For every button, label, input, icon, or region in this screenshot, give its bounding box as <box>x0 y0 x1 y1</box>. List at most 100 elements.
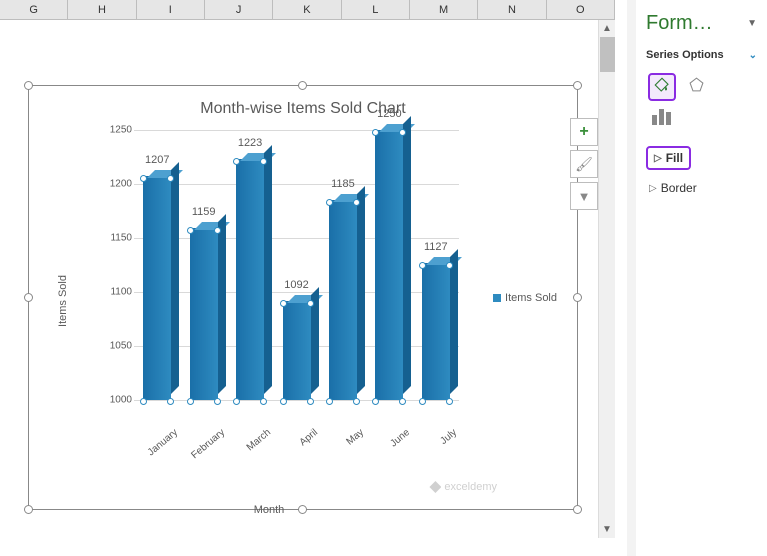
data-label[interactable]: 1250 <box>377 108 401 120</box>
y-axis-label[interactable]: Items Sold <box>57 275 69 327</box>
series-select-dot <box>307 300 314 307</box>
bar-april[interactable]: 1092April <box>283 301 311 400</box>
col-l[interactable]: L <box>342 0 410 19</box>
scroll-down-icon[interactable]: ▼ <box>599 521 615 538</box>
col-k[interactable]: K <box>273 0 341 19</box>
y-tick: 1000 <box>110 395 132 406</box>
col-i[interactable]: I <box>137 0 205 19</box>
resize-handle[interactable] <box>24 505 33 514</box>
resize-handle[interactable] <box>573 293 582 302</box>
resize-handle[interactable] <box>298 81 307 90</box>
pentagon-icon <box>688 76 705 98</box>
bars-mini-icon <box>659 109 664 125</box>
series-select-dot <box>167 398 174 405</box>
gridline <box>134 400 459 401</box>
scroll-thumb[interactable] <box>600 37 615 72</box>
y-tick: 1100 <box>110 287 132 298</box>
series-select-dot <box>140 175 147 182</box>
series-select-dot <box>419 398 426 405</box>
brush-icon: 🖌 <box>575 156 593 173</box>
data-series[interactable]: 1207January 1159February 1223March 1092Apri… <box>134 130 459 400</box>
x-tick: February <box>189 427 227 461</box>
series-select-dot <box>187 227 194 234</box>
y-tick: 1250 <box>110 125 132 136</box>
watermark-text: exceldemy <box>444 481 497 493</box>
col-n[interactable]: N <box>478 0 546 19</box>
series-select-dot <box>353 398 360 405</box>
data-label[interactable]: 1223 <box>238 137 262 149</box>
series-select-dot <box>446 398 453 405</box>
border-section[interactable]: ▷ Border <box>646 179 757 197</box>
plus-icon: + <box>579 123 588 141</box>
resize-handle[interactable] <box>298 505 307 514</box>
series-select-dot <box>326 398 333 405</box>
legend[interactable]: Items Sold <box>493 292 557 304</box>
x-tick: June <box>375 427 413 461</box>
bar-may[interactable]: 1185May <box>329 200 357 400</box>
series-options-header[interactable]: Series Options ⌄ <box>646 49 757 61</box>
series-select-dot <box>399 398 406 405</box>
chart-styles-button[interactable]: 🖌 <box>570 150 598 178</box>
format-pane: Form… ▼ Series Options ⌄ ▷ Fill ▷ Border <box>627 0 767 556</box>
bar-february[interactable]: 1159February <box>190 228 218 400</box>
bars-mini-icon <box>652 115 657 125</box>
series-select-dot <box>372 398 379 405</box>
y-tick: 1200 <box>110 179 132 190</box>
plot-area[interactable]: Items Sold Month 10001050110011501200125… <box>79 130 459 460</box>
series-select-dot <box>372 129 379 136</box>
resize-handle[interactable] <box>573 81 582 90</box>
data-label[interactable]: 1127 <box>424 241 448 253</box>
pane-title: Form… ▼ <box>646 12 757 35</box>
resize-handle[interactable] <box>573 505 582 514</box>
data-label[interactable]: 1207 <box>145 154 169 166</box>
x-tick: March <box>235 427 273 461</box>
bar-july[interactable]: 1127July <box>422 263 450 400</box>
col-m[interactable]: M <box>410 0 478 19</box>
fill-section[interactable]: ▷ Fill <box>646 146 691 170</box>
chevron-right-icon: ▷ <box>649 183 657 194</box>
legend-swatch <box>493 294 501 302</box>
x-tick: January <box>143 427 181 461</box>
col-o[interactable]: O <box>547 0 615 19</box>
bar-june[interactable]: 1250June <box>375 130 403 400</box>
watermark: exceldemy <box>429 481 497 493</box>
series-select-dot <box>140 398 147 405</box>
effects-tab[interactable] <box>682 73 710 101</box>
y-axis[interactable]: 100010501100115012001250 <box>104 130 134 400</box>
x-tick: May <box>328 427 366 461</box>
x-tick: April <box>282 427 320 461</box>
chart-title[interactable]: Month-wise Items Sold Chart <box>29 86 577 122</box>
bars-mini-icon <box>666 112 671 125</box>
fill-label: Fill <box>666 151 683 165</box>
chevron-down-icon: ⌄ <box>749 50 757 61</box>
col-h[interactable]: H <box>68 0 136 19</box>
watermark-icon <box>429 481 441 493</box>
col-j[interactable]: J <box>205 0 273 19</box>
pane-title-text: Form… <box>646 12 713 35</box>
series-options-text: Series Options <box>646 49 724 61</box>
pane-dropdown-icon[interactable]: ▼ <box>747 18 757 29</box>
series-select-dot <box>280 398 287 405</box>
col-g[interactable]: G <box>0 0 68 19</box>
chevron-right-icon: ▷ <box>654 153 662 164</box>
scroll-up-icon[interactable]: ▲ <box>599 20 615 37</box>
bar-march[interactable]: 1223March <box>236 159 264 400</box>
data-label[interactable]: 1159 <box>192 206 216 218</box>
resize-handle[interactable] <box>24 81 33 90</box>
data-label[interactable]: 1092 <box>284 279 308 291</box>
x-axis-label[interactable]: Month <box>254 504 285 516</box>
vertical-scrollbar[interactable]: ▲ ▼ <box>598 20 615 538</box>
bar-january[interactable]: 1207January <box>143 176 171 400</box>
series-select-dot <box>260 398 267 405</box>
series-select-dot <box>419 262 426 269</box>
chart-filters-button[interactable]: ▼ <box>570 182 598 210</box>
chart-tool-buttons: + 🖌 ▼ <box>570 118 598 210</box>
series-options-tab[interactable] <box>652 107 757 125</box>
fill-line-tab[interactable] <box>648 73 676 101</box>
data-label[interactable]: 1185 <box>331 178 355 190</box>
resize-handle[interactable] <box>24 293 33 302</box>
format-tabs <box>648 73 757 101</box>
worksheet-area: G H I J K L M N O ▲ ▼ Month-wise Items S… <box>0 0 615 556</box>
chart-elements-button[interactable]: + <box>570 118 598 146</box>
chart-object[interactable]: Month-wise Items Sold Chart Items Sold M… <box>28 85 578 510</box>
